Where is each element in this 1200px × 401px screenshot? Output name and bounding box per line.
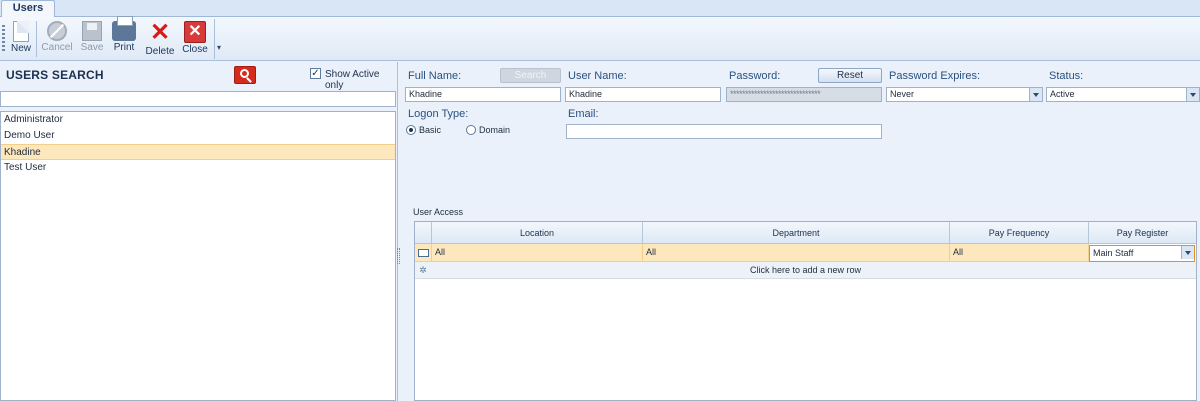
password-field: ****************************** [726, 87, 882, 102]
search-button[interactable] [234, 66, 256, 84]
status-value: Active [1050, 89, 1075, 99]
users-search-panel: USERS SEARCH ✓ Show Active only Administ… [0, 62, 398, 401]
user-list-item[interactable]: Test User [1, 160, 395, 176]
print-button-label: Print [113, 42, 135, 53]
logon-type-label: Logon Type: [408, 108, 469, 120]
user-access-grid: Location Department Pay Frequency Pay Re… [414, 221, 1197, 401]
tab-users[interactable]: Users [1, 0, 55, 17]
cell-pay-frequency[interactable]: All [950, 244, 1089, 262]
user-list-item[interactable]: Demo User [1, 128, 395, 144]
chevron-down-icon[interactable] [1181, 246, 1194, 259]
chevron-down-icon[interactable] [1029, 88, 1042, 101]
user-list-item[interactable]: Administrator [1, 112, 395, 128]
toolbar-grip[interactable] [2, 25, 5, 51]
email-field[interactable] [566, 124, 882, 139]
search-icon-handle [246, 77, 252, 83]
new-row-star-icon: ✲ [419, 265, 427, 275]
status-select[interactable]: Active [1046, 87, 1200, 102]
logon-domain-radio[interactable] [466, 125, 476, 135]
user-list-item-selected[interactable]: Khadine [1, 144, 395, 160]
close-icon: ✕ [184, 21, 206, 43]
user-list: Administrator Demo User Khadine Test Use… [0, 111, 396, 401]
close-button-label: Close [182, 44, 208, 55]
cell-pay-register-editor[interactable]: Main Staff [1089, 245, 1195, 262]
column-header-pay-frequency[interactable]: Pay Frequency [950, 222, 1089, 244]
document-tab-strip: Users [0, 0, 1200, 17]
save-button[interactable]: Save [78, 19, 106, 59]
reset-password-button[interactable]: Reset [818, 68, 882, 83]
users-search-title: USERS SEARCH [6, 68, 104, 82]
logon-basic-label[interactable]: Basic [419, 125, 441, 135]
column-header-pay-register[interactable]: Pay Register [1089, 222, 1196, 244]
new-document-icon [13, 21, 29, 42]
email-label: Email: [568, 108, 599, 120]
logon-basic-radio[interactable] [406, 125, 416, 135]
cancel-button[interactable]: Cancel [40, 19, 74, 59]
show-active-checkbox[interactable]: ✓ [310, 68, 321, 79]
column-header-location[interactable]: Location [432, 222, 643, 244]
full-name-field[interactable]: Khadine [405, 87, 561, 102]
delete-button[interactable]: ✕ Delete [144, 19, 176, 59]
password-expires-select[interactable]: Never [886, 87, 1043, 102]
delete-x-icon: ✕ [149, 19, 171, 46]
toolbar-overflow-button[interactable]: ▾ [214, 19, 223, 59]
save-button-label: Save [80, 42, 104, 53]
cell-department[interactable]: All [643, 244, 950, 262]
save-disk-icon [82, 21, 102, 41]
print-button[interactable]: Print [110, 16, 138, 59]
user-name-field[interactable]: Khadine [565, 87, 721, 102]
chevron-down-icon[interactable] [1186, 88, 1199, 101]
status-label: Status: [1049, 70, 1084, 82]
delete-button-label: Delete [145, 46, 175, 57]
logon-domain-label[interactable]: Domain [479, 125, 510, 135]
pay-register-value: Main Staff [1093, 248, 1134, 258]
grid-corner-header [415, 222, 432, 244]
cancel-button-label: Cancel [41, 42, 73, 53]
user-search-input[interactable] [0, 91, 396, 107]
toolbar: New Cancel Save Print ✕ Delete ✕ Close ▾ [0, 16, 1200, 61]
new-button-label: New [10, 43, 31, 54]
cancel-icon [47, 21, 67, 41]
password-expires-label: Password Expires: [889, 70, 981, 82]
show-active-label[interactable]: Show Active only [325, 69, 397, 91]
column-header-department[interactable]: Department [643, 222, 950, 244]
printer-icon [112, 16, 136, 41]
add-new-row[interactable]: ✲ Click here to add a new row [415, 262, 1196, 279]
cell-location[interactable]: All [432, 244, 643, 262]
full-name-label: Full Name: [408, 70, 462, 82]
full-name-search-button[interactable]: Search [500, 68, 561, 83]
toolbar-separator [36, 21, 37, 57]
panel-splitter[interactable] [397, 248, 400, 264]
new-button[interactable]: New [7, 19, 35, 59]
row-indicator-icon[interactable] [415, 244, 432, 262]
password-label: Password: [729, 70, 781, 82]
user-name-label: User Name: [568, 70, 627, 82]
add-new-row-text: Click here to add a new row [749, 265, 862, 275]
close-button[interactable]: ✕ Close [180, 19, 210, 59]
password-expires-value: Never [890, 89, 915, 99]
user-access-title: User Access [413, 207, 464, 217]
